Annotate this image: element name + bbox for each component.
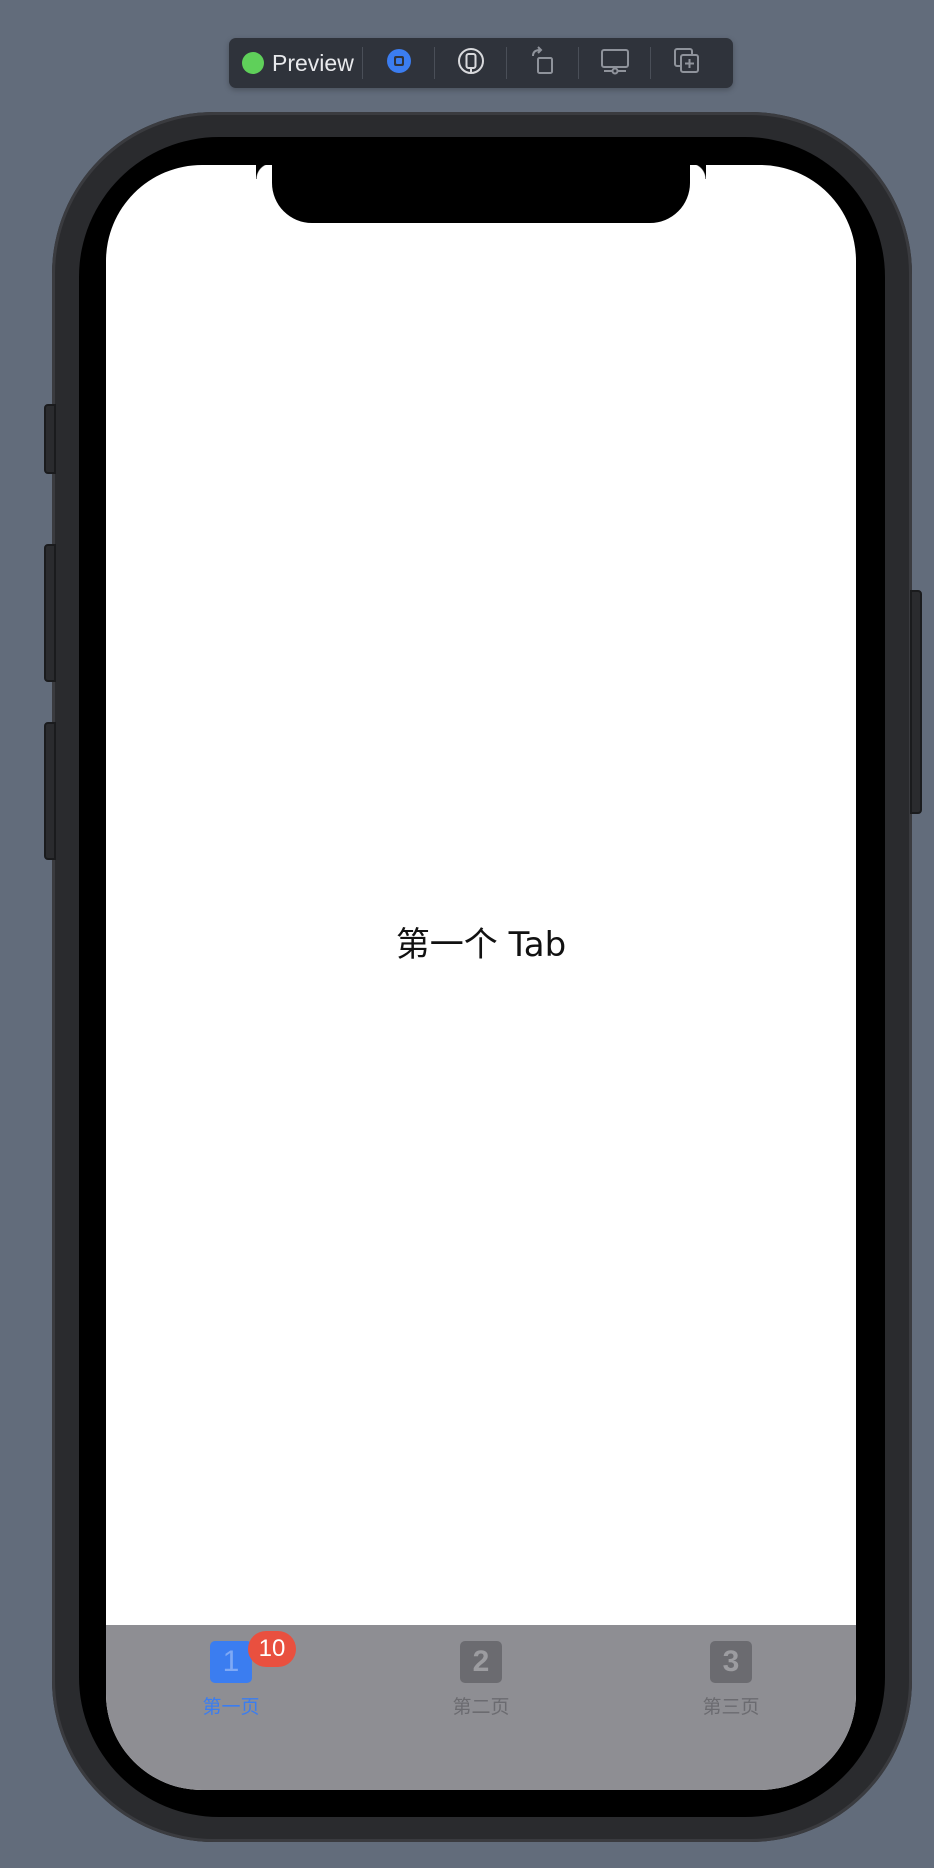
phone-screen: 第一个 Tab 1 第一页 10 2 第二页 3 第三页 [106,165,856,1790]
preview-status[interactable]: Preview [229,38,362,88]
device-settings-icon [600,47,630,79]
device-select-icon [457,47,485,79]
duplicate-preview-icon [673,47,701,79]
tab-third-page[interactable]: 3 第三页 [606,1625,856,1790]
notch [272,165,706,223]
live-mode-button[interactable] [363,38,434,88]
tab-label-second: 第二页 [452,1696,510,1718]
preview-label: Preview [272,49,354,76]
volume-up-button [44,544,56,682]
rotate-icon [529,46,557,80]
rotate-button[interactable] [507,38,578,88]
device-select-button[interactable] [435,38,506,88]
tab-content-text: 第一个 Tab [395,925,567,965]
device-settings-button[interactable] [579,38,650,88]
live-mode-icon [386,48,412,78]
duplicate-preview-button[interactable] [651,38,722,88]
tab-icon-2: 2 [460,1641,502,1683]
tab-second-page[interactable]: 2 第二页 [356,1625,606,1790]
tab-label-third: 第三页 [702,1696,760,1718]
tab-bar: 1 第一页 10 2 第二页 3 第三页 [106,1625,856,1790]
volume-down-button [44,722,56,860]
notification-badge: 10 [248,1631,296,1667]
tab-icon-1: 1 [210,1641,252,1683]
tab-label-first: 第一页 [202,1696,260,1718]
preview-toolbar: Preview [229,38,733,88]
status-indicator [242,52,264,74]
tab-first-page[interactable]: 1 第一页 10 [106,1625,356,1790]
power-button [910,590,922,814]
tab-icon-3: 3 [710,1641,752,1683]
mute-switch [44,404,56,474]
